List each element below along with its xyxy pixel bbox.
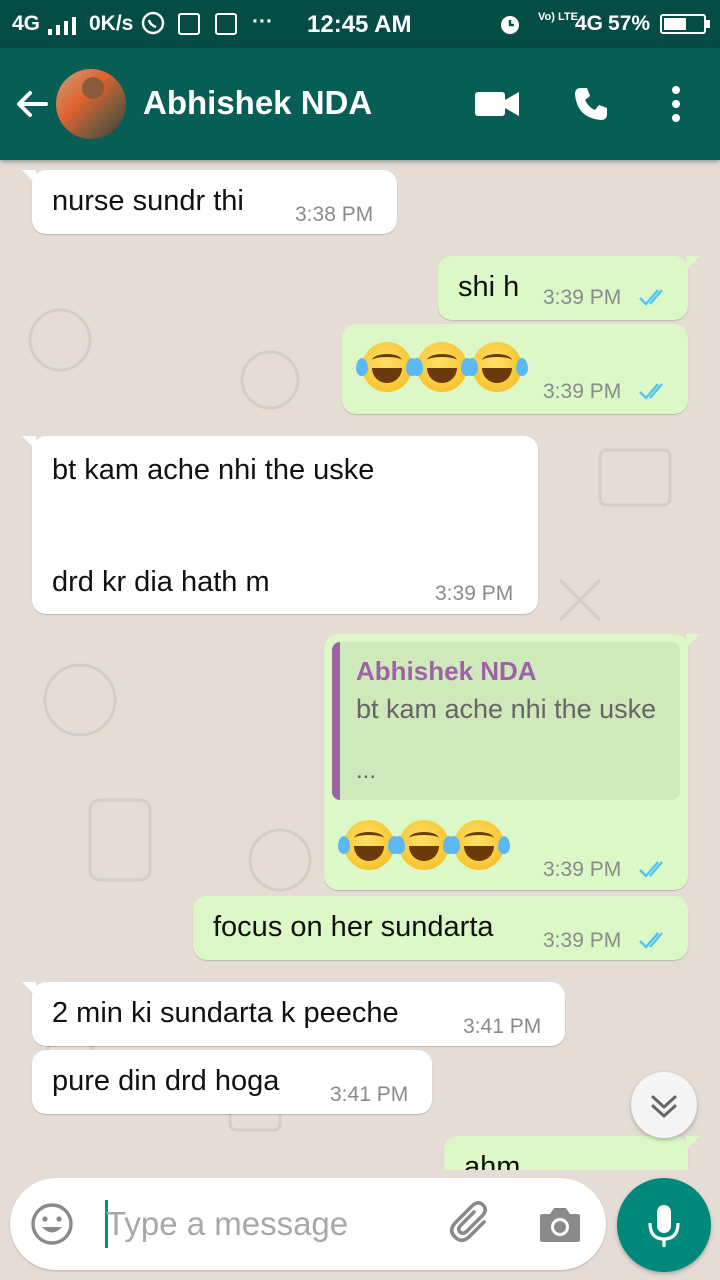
message-input[interactable] [106, 1198, 446, 1250]
joy-emoji [393, 820, 455, 870]
screenshot-notif-icon-2 [215, 12, 237, 36]
scroll-to-bottom-button[interactable] [631, 1072, 697, 1138]
network-type-2: 4G [575, 12, 604, 35]
signal-icon [48, 17, 76, 35]
video-camera-icon[interactable] [475, 90, 519, 118]
avatar[interactable] [56, 69, 126, 139]
status-bar: 4G 0K/s ··· 12:45 AM Vo) LTE 4G 57% [0, 0, 720, 48]
chat-header: Abhishek NDA [0, 48, 720, 160]
read-receipt-icon [639, 383, 663, 400]
message-time: 3:39 PM [435, 582, 514, 605]
more-notifications: ··· [252, 10, 273, 33]
message-outgoing[interactable]: ahm [444, 1136, 700, 1170]
message-text-line: drd kr dia hath m [52, 566, 270, 598]
data-speed: 0K/s [89, 12, 134, 35]
message-text: pure din drd hoga [52, 1065, 280, 1097]
smiley-icon[interactable] [30, 1202, 74, 1246]
screenshot-notif-icon [178, 12, 200, 36]
quoted-message[interactable]: Abhishek NDA bt kam ache nhi the uske ..… [332, 642, 680, 800]
message-outgoing[interactable]: focus on her sundarta 3:39 PM [193, 896, 688, 960]
message-time: 3:39 PM [543, 380, 622, 403]
message-incoming[interactable]: bt kam ache nhi the uske drd kr dia hath… [22, 436, 538, 614]
message-incoming[interactable]: 2 min ki sundarta k peeche 3:41 PM [22, 982, 565, 1046]
joy-emoji [356, 342, 418, 392]
microphone-icon [648, 1205, 680, 1247]
battery-tip [706, 20, 710, 28]
battery-icon [660, 14, 706, 34]
contact-name[interactable]: Abhishek NDA [143, 84, 372, 122]
double-chevron-down-icon [651, 1095, 677, 1118]
joy-emoji [466, 342, 528, 392]
more-vertical-icon[interactable] [670, 86, 682, 122]
message-text: focus on her sundarta [213, 911, 494, 943]
message-text: ahm [464, 1151, 521, 1170]
message-outgoing-emoji[interactable]: 3:39 PM [342, 324, 688, 414]
arrow-left-icon[interactable] [12, 84, 52, 124]
clock: 12:45 AM [307, 11, 412, 38]
read-receipt-icon [644, 1169, 676, 1170]
message-time: 3:38 PM [295, 203, 374, 226]
message-composer [10, 1178, 606, 1270]
camera-icon[interactable] [538, 1204, 582, 1244]
message-text-line: bt kam ache nhi the uske [52, 454, 375, 486]
joy-emoji [448, 820, 510, 870]
phone-icon[interactable] [573, 86, 609, 122]
message-list[interactable]: nurse sundr thi 3:38 PM shi h 3:39 PM 3:… [0, 160, 720, 1170]
quoted-author: Abhishek NDA [356, 656, 537, 686]
message-incoming[interactable]: nurse sundr thi 3:38 PM [22, 170, 397, 234]
alarm-icon [501, 16, 519, 34]
network-type: 4G [12, 12, 41, 35]
read-receipt-icon [639, 932, 663, 949]
message-time: 3:41 PM [463, 1015, 542, 1038]
battery-percent: 57% [608, 12, 651, 35]
message-time: 3:39 PM [543, 858, 622, 881]
whatsapp-icon [141, 11, 165, 35]
message-incoming[interactable]: pure din drd hoga 3:41 PM [32, 1050, 432, 1114]
message-time: 3:39 PM [543, 286, 622, 309]
message-outgoing-reply[interactable]: Abhishek NDA bt kam ache nhi the uske ..… [324, 634, 700, 890]
message-time: 3:41 PM [330, 1083, 409, 1106]
quoted-text: bt kam ache nhi the uske [356, 694, 657, 724]
read-receipt-icon [639, 861, 663, 878]
voice-record-button[interactable] [617, 1178, 711, 1272]
quoted-ellipsis: ... [356, 757, 377, 784]
joy-emoji [411, 342, 473, 392]
volte-indicator: Vo) LTE [538, 11, 578, 23]
message-text: 2 min ki sundarta k peeche [52, 997, 399, 1029]
message-text: shi h [458, 271, 520, 303]
message-text: nurse sundr thi [52, 185, 244, 217]
read-receipt-icon [639, 289, 663, 306]
message-outgoing[interactable]: shi h 3:39 PM [438, 256, 700, 320]
joy-emoji [338, 820, 400, 870]
paperclip-icon[interactable] [448, 1200, 496, 1248]
message-time: 3:39 PM [543, 929, 622, 952]
